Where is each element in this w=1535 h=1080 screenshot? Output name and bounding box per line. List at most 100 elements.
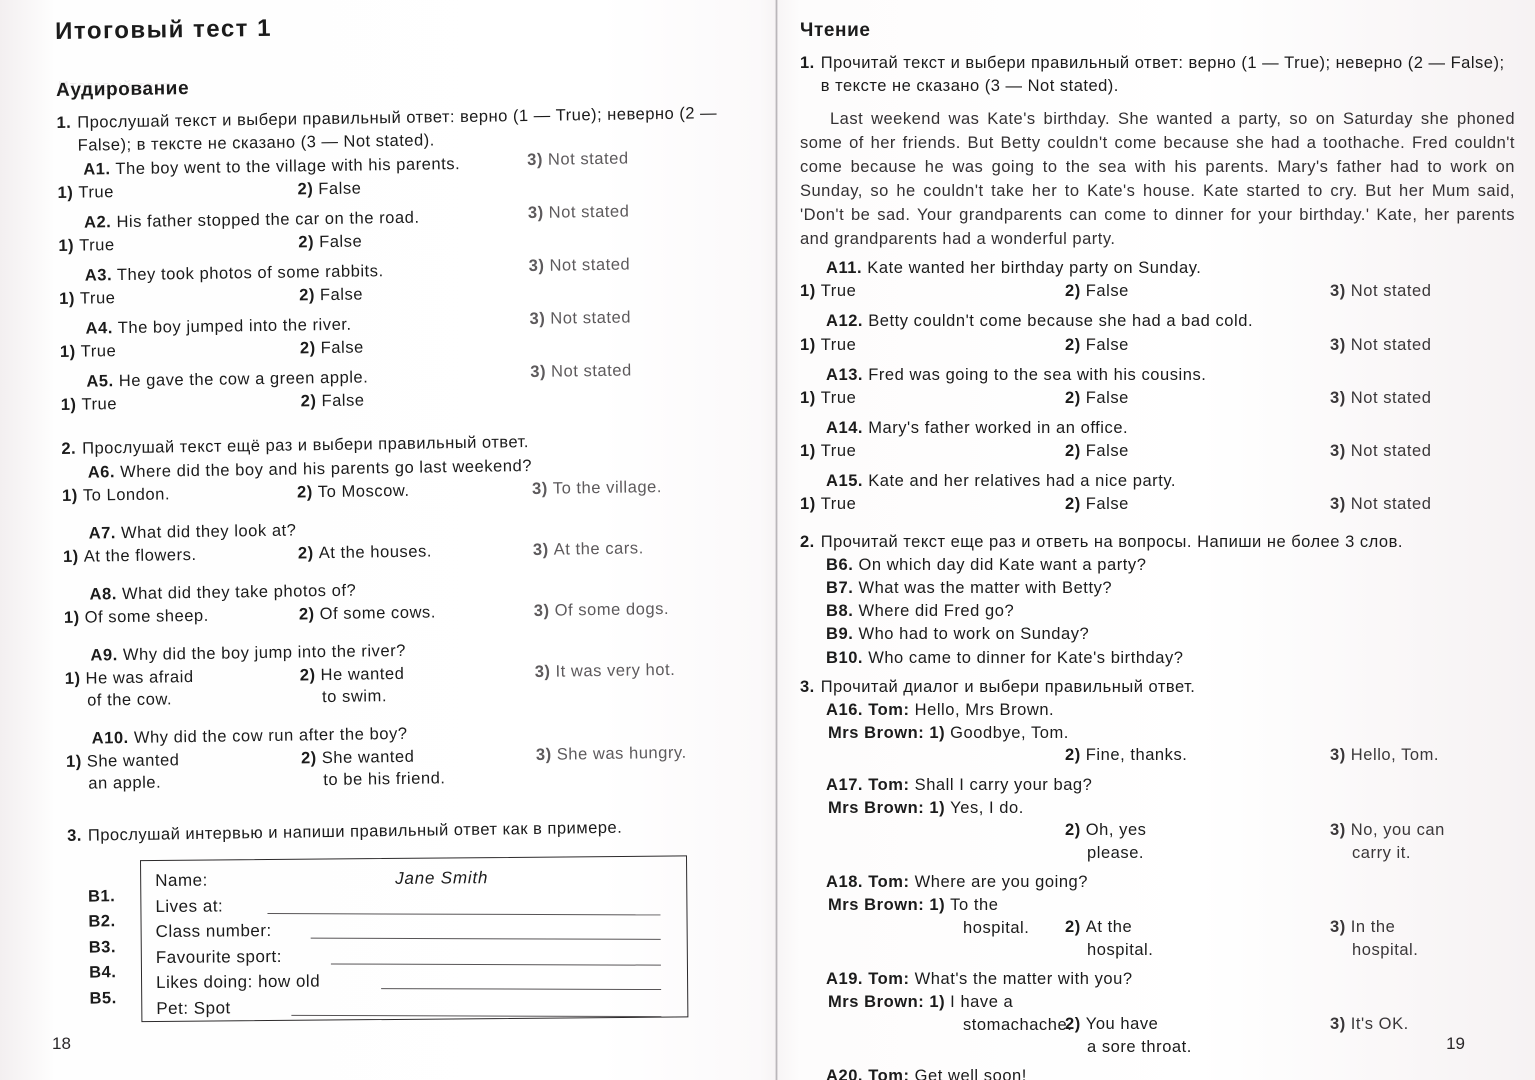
option-true[interactable]: 1) True [800, 387, 856, 409]
option-not-stated[interactable]: 3) Not stated [1330, 334, 1432, 356]
mc-option-1[interactable]: 1) Of some sheep. [64, 605, 209, 629]
option-label: She was hungry. [556, 743, 687, 764]
option-true[interactable]: 1) True [60, 340, 117, 363]
option-false[interactable]: 2) False [1065, 493, 1129, 515]
dialogue-option-3[interactable]: 3) In the hospital. [1330, 916, 1418, 961]
option-false[interactable]: 2) False [300, 337, 364, 360]
mc-option-1[interactable]: 1) He was afraid of the cow. [65, 666, 194, 712]
option-number: 3) [1330, 494, 1346, 513]
dialogue-option-3[interactable]: 3) No, you can carry it. [1330, 819, 1445, 864]
option-number: 3) [530, 363, 547, 382]
listening-task-1: 1. Прослушай текст и выбери правильный о… [56, 102, 761, 425]
option-label: She wanted [321, 747, 415, 768]
option-false[interactable]: 2) False [1065, 334, 1129, 356]
option-true[interactable]: 1) True [58, 234, 115, 257]
option-not-stated[interactable]: 3) Not stated [528, 201, 630, 225]
speaker-mrs-brown: Mrs Brown: [828, 896, 925, 915]
mc-option-3[interactable]: 3) It was very hot. [535, 659, 676, 683]
question-id: A16. [826, 701, 864, 720]
option-number: 1) [59, 289, 76, 309]
option-label: True [820, 494, 857, 513]
option-not-stated[interactable]: 3) Not stated [529, 254, 631, 278]
option-not-stated[interactable]: 3) Not stated [527, 147, 629, 171]
option-label: True [79, 236, 115, 255]
option-number: 3) [535, 745, 552, 765]
option-number: 3) [1330, 821, 1346, 840]
dialogue-option-3[interactable]: 3) It's OK. [1330, 1013, 1409, 1035]
option-not-stated[interactable]: 3) Not stated [1330, 387, 1432, 409]
option-true[interactable]: 1) True [61, 393, 118, 416]
mc-option-2[interactable]: 2) To Moscow. [297, 480, 410, 504]
mc-option-2[interactable]: 2) At the houses. [298, 540, 432, 564]
option-true[interactable]: 1) True [800, 440, 856, 462]
dialogue-option-2[interactable]: 2) You have a sore throat. [1065, 1013, 1192, 1058]
mc-option-3[interactable]: 3) She was hungry. [536, 742, 687, 766]
option-true[interactable]: 1) True [800, 280, 856, 302]
option-false[interactable]: 2) False [1065, 280, 1129, 302]
question-id: A8. [89, 585, 118, 604]
tf-option-row: 1) True 2) False 3) Not stated [800, 440, 1515, 470]
form-field-row: Favourite sport: [156, 940, 676, 970]
option-false[interactable]: 2) False [301, 390, 365, 413]
sample-answer: Jane Smith [395, 867, 489, 888]
dialogue-option-2[interactable]: 2) Fine, thanks. [1065, 744, 1187, 766]
option-false[interactable]: 2) False [1065, 440, 1129, 462]
option-label-cont: to be his friend. [323, 769, 446, 790]
option-false[interactable]: 2) False [299, 284, 363, 307]
option-label: False [318, 179, 362, 199]
option-not-stated[interactable]: 3) Not stated [530, 360, 632, 384]
option-not-stated[interactable]: 3) Not stated [529, 307, 631, 331]
write-in-line[interactable] [291, 1014, 662, 1017]
dialogue-option-1[interactable]: Mrs Brown: 1) To the hospital. [800, 894, 1029, 939]
option-not-stated[interactable]: 3) Not stated [1330, 440, 1432, 462]
mc-option-1[interactable]: 1) To London. [62, 483, 170, 507]
option-not-stated[interactable]: 3) Not stated [1330, 280, 1432, 302]
option-number: 3) [531, 479, 548, 498]
option-false[interactable]: 2) False [298, 230, 362, 253]
mc-option-3[interactable]: 3) To the village. [532, 476, 662, 500]
option-true[interactable]: 1) True [800, 493, 856, 515]
option-label: Of some sheep. [84, 606, 209, 627]
option-not-stated[interactable]: 3) Not stated [1330, 493, 1432, 515]
option-number: 2) [300, 392, 317, 411]
mc-option-2[interactable]: 2) She wanted to be his friend. [301, 745, 446, 792]
dialogue-option-1[interactable]: Mrs Brown: 1) Yes, I do. [800, 797, 1024, 819]
option-number: 1) [929, 896, 946, 915]
write-in-line[interactable] [330, 962, 661, 966]
short-answer-question: B8. Where did Fred go? [826, 602, 1015, 621]
question-id: A12. [826, 312, 864, 331]
option-true[interactable]: 1) True [59, 287, 116, 310]
option-label: He wanted [320, 664, 405, 685]
short-answer-question: B6. On which day did Kate want a party? [826, 556, 1147, 575]
option-number: 2) [299, 666, 316, 685]
task-instruction: Прочитай текст еще раз и ответь на вопро… [820, 532, 1403, 551]
dialogue-option-1[interactable]: Mrs Brown: 1) I have a stomachache. [800, 991, 1072, 1036]
mc-option-2[interactable]: 2) He wanted to swim. [300, 663, 405, 709]
option-label: False [320, 338, 364, 358]
option-label: True [80, 342, 117, 361]
dialogue-option-2[interactable]: 2) Oh, yes please. [1065, 819, 1147, 864]
mc-option-3[interactable]: 3) At the cars. [533, 537, 644, 561]
option-true[interactable]: 1) True [57, 181, 114, 204]
option-label: Not stated [547, 149, 629, 169]
mc-option-1[interactable]: 1) At the flowers. [63, 544, 197, 568]
option-label: Not stated [550, 361, 632, 381]
option-false[interactable]: 2) False [1065, 387, 1129, 409]
mc-option-3[interactable]: 3) Of some dogs. [534, 598, 670, 622]
answer-code: B2. [88, 912, 116, 931]
dialogue-option-3[interactable]: 3) Hello, Tom. [1330, 744, 1439, 766]
dialogue-option-2[interactable]: 2) At the hospital. [1065, 916, 1153, 961]
option-number: 2) [1065, 746, 1081, 765]
option-label: True [820, 441, 857, 460]
option-false[interactable]: 2) False [297, 177, 361, 200]
question-id: B7. [826, 579, 854, 598]
mc-option-2[interactable]: 2) Of some cows. [299, 601, 436, 625]
option-label: False [1085, 441, 1129, 460]
option-label-cont: hospital. [1087, 940, 1154, 959]
mc-option-1[interactable]: 1) She wanted an apple. [66, 749, 180, 795]
dialogue-option-1[interactable]: Mrs Brown: 1) Goodbye, Tom. [800, 722, 1069, 744]
write-in-line[interactable] [381, 988, 662, 991]
option-label: True [820, 388, 857, 407]
option-number: 3) [534, 662, 551, 682]
option-true[interactable]: 1) True [800, 334, 856, 356]
